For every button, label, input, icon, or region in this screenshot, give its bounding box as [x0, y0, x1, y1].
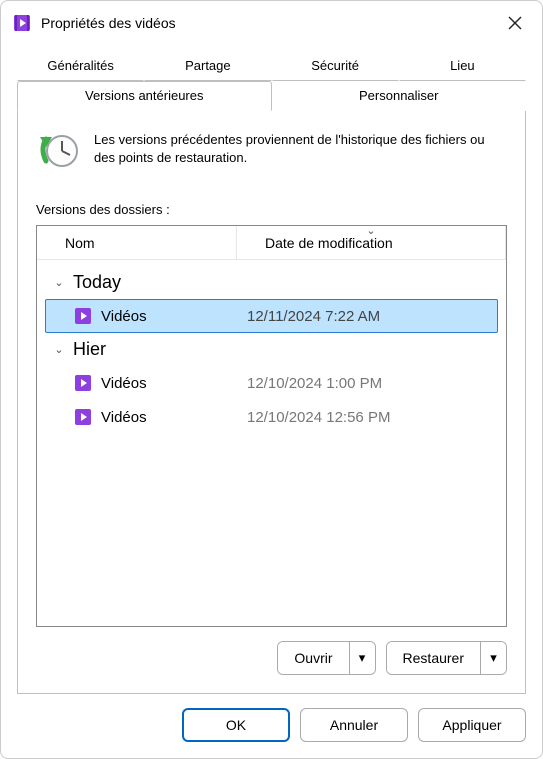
version-name: Vidéos: [101, 409, 247, 426]
caret-down-icon: ▾: [359, 650, 366, 666]
cancel-button[interactable]: Annuler: [300, 708, 408, 742]
version-date: 12/10/2024 1:00 PM: [247, 375, 382, 392]
group-label: Hier: [73, 339, 106, 360]
version-row[interactable]: Vidéos 12/10/2024 12:56 PM: [45, 400, 498, 434]
version-row[interactable]: Vidéos 12/10/2024 1:00 PM: [45, 366, 498, 400]
action-row: Ouvrir ▾ Restaurer ▾: [36, 627, 507, 675]
tab-previous-versions[interactable]: Versions antérieures: [17, 81, 272, 111]
sort-caret-icon: ⌄: [366, 225, 375, 237]
group-header[interactable]: ⌄ Today: [45, 266, 498, 299]
list-header: Nom ⌄ Date de modification: [37, 226, 506, 260]
ok-button[interactable]: OK: [182, 708, 290, 742]
open-split-button: Ouvrir ▾: [277, 641, 375, 675]
close-icon: [508, 16, 522, 30]
open-button[interactable]: Ouvrir: [278, 642, 348, 674]
hint-text: Les versions précédentes proviennent de …: [94, 129, 507, 167]
videos-folder-icon: [73, 373, 93, 393]
window-title: Propriétés des vidéos: [41, 15, 498, 31]
column-name[interactable]: Nom: [37, 226, 237, 260]
chevron-down-icon: ⌄: [53, 276, 65, 289]
versions-label: Versions des dossiers :: [36, 202, 507, 217]
titlebar: Propriétés des vidéos: [1, 1, 542, 45]
videos-folder-icon: [73, 407, 93, 427]
tab-location[interactable]: Lieu: [399, 51, 526, 81]
chevron-down-icon: ⌄: [53, 343, 65, 356]
restore-dropdown[interactable]: ▾: [480, 642, 506, 674]
restore-split-button: Restaurer ▾: [386, 641, 507, 675]
tab-customize[interactable]: Personnaliser: [272, 81, 527, 111]
apply-button[interactable]: Appliquer: [418, 708, 526, 742]
versions-list: Nom ⌄ Date de modification ⌄ Today Vidéo…: [36, 225, 507, 627]
tab-security[interactable]: Sécurité: [272, 51, 399, 81]
version-date: 12/10/2024 12:56 PM: [247, 409, 390, 426]
version-row[interactable]: Vidéos 12/11/2024 7:22 AM: [45, 299, 498, 333]
version-date: 12/11/2024 7:22 AM: [247, 308, 380, 325]
close-button[interactable]: [498, 6, 532, 40]
videos-folder-icon: [13, 14, 31, 32]
tab-general[interactable]: Généralités: [17, 51, 144, 81]
tab-sharing[interactable]: Partage: [144, 51, 271, 81]
restore-button[interactable]: Restaurer: [387, 642, 480, 674]
dialog-buttons: OK Annuler Appliquer: [1, 694, 542, 758]
version-name: Vidéos: [101, 308, 247, 325]
list-body: ⌄ Today Vidéos 12/11/2024 7:22 AM ⌄ Hier: [37, 260, 506, 626]
properties-dialog: Propriétés des vidéos Généralités Partag…: [0, 0, 543, 759]
videos-folder-icon: [73, 306, 93, 326]
tab-content: Les versions précédentes proviennent de …: [17, 111, 526, 694]
version-name: Vidéos: [101, 375, 247, 392]
caret-down-icon: ▾: [490, 650, 497, 666]
restore-clock-icon: [36, 129, 80, 176]
tabs: Généralités Partage Sécurité Lieu Versio…: [1, 45, 542, 111]
group-label: Today: [73, 272, 121, 293]
hint-row: Les versions précédentes proviennent de …: [36, 129, 507, 176]
group-header[interactable]: ⌄ Hier: [45, 333, 498, 366]
open-dropdown[interactable]: ▾: [349, 642, 375, 674]
column-date[interactable]: ⌄ Date de modification: [237, 226, 506, 260]
